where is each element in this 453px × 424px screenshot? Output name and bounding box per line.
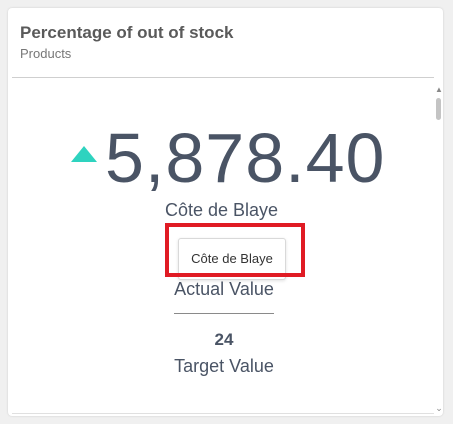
widget-title: Percentage of out of stock: [20, 23, 234, 42]
widget-subtitle: Products: [20, 46, 72, 61]
actual-value-label: Actual Value: [174, 279, 274, 299]
target-value-label: Target Value: [174, 356, 274, 376]
highlight-annotation-box: [165, 223, 305, 277]
target-value-number: 24: [214, 330, 234, 349]
kpi-widget-card: Percentage of out of stock Products ▲ ⌄ …: [8, 8, 443, 416]
kpi-divider: [174, 313, 274, 314]
triangle-up-icon: [71, 146, 97, 162]
header-divider: [12, 77, 434, 78]
scroll-down-icon[interactable]: ⌄: [435, 404, 443, 413]
scroll-up-icon[interactable]: ▲: [435, 86, 443, 94]
kpi-value: 5,878.40: [105, 119, 386, 197]
scroll-thumb[interactable]: [436, 98, 441, 120]
footer-divider: [12, 413, 434, 414]
kpi-category-label: Côte de Blaye: [164, 200, 279, 220]
